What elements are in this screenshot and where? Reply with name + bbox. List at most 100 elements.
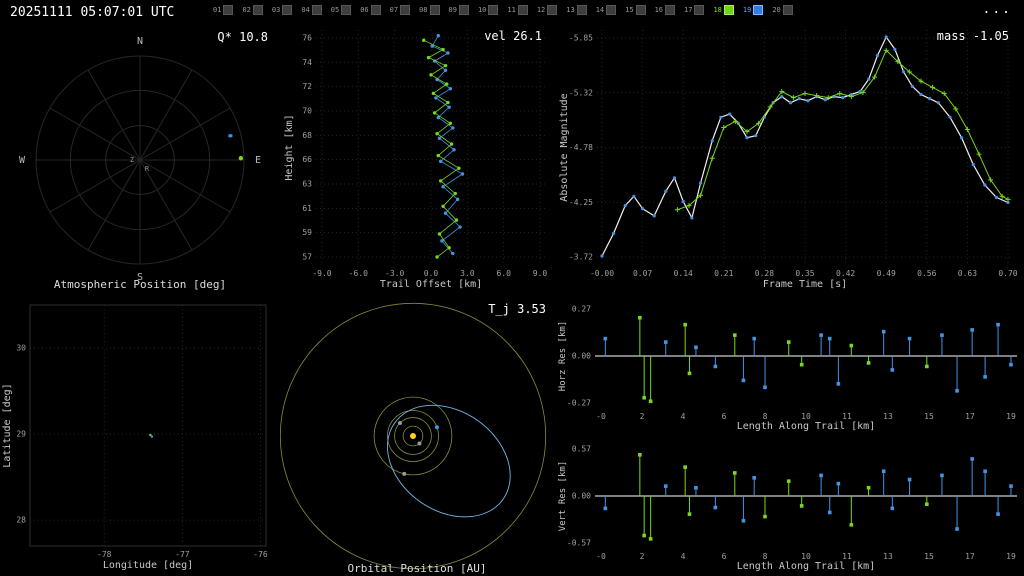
frame-number: 06: [360, 5, 369, 14]
y-tick-label: -4.25: [569, 198, 593, 207]
frame-thumbnail[interactable]: [694, 5, 705, 15]
x-tick-label: 11: [842, 412, 852, 421]
frame-thumb-05[interactable]: 05: [331, 5, 352, 15]
frame-thumb-09[interactable]: 09: [449, 5, 469, 15]
orbital-position-chart: T_j 3.53 Orbital Position [AU]: [279, 302, 547, 575]
frame-thumbnail[interactable]: [723, 5, 734, 15]
frame-thumbnail[interactable]: [576, 5, 587, 15]
frame-thumbnail[interactable]: [547, 5, 558, 15]
y-tick-label: 74: [302, 58, 312, 67]
geo-x-axis-label: Longitude [deg]: [103, 560, 193, 571]
radiant-label: R: [145, 165, 150, 173]
frame-thumbnail[interactable]: [282, 5, 293, 15]
x-tick-label: -78: [97, 550, 112, 559]
frame-thumb-15[interactable]: 15: [625, 5, 646, 15]
frame-thumbnail[interactable]: [429, 5, 440, 15]
frame-thumb-04[interactable]: 04: [301, 5, 322, 15]
x-tick-label: -0.00: [590, 269, 614, 278]
frame-number: 13: [566, 5, 575, 14]
y-tick-label: 66: [302, 155, 312, 164]
horz_residuals-y-axis-label: Horz Res [km]: [558, 321, 568, 391]
frame-thumb-03[interactable]: 03: [272, 5, 293, 15]
tisserand-annotation: T_j 3.53: [488, 302, 546, 316]
frame-number: 08: [419, 5, 428, 14]
east-label: E: [255, 155, 261, 166]
frame-thumbnail[interactable]: [458, 5, 469, 15]
frame-thumbnail[interactable]: [488, 5, 499, 15]
frame-thumb-12[interactable]: 12: [537, 5, 558, 15]
frame-thumbnail[interactable]: [252, 5, 263, 15]
light-curve-chart: -0.00 0.07 0.14 0.21 0.28 0.35 0.42 0.49 0.56 0.6…: [559, 29, 1018, 290]
frame-thumbnail[interactable]: [606, 5, 617, 15]
panel-ground-track: -78 -77 -76 30 29 28 Longitude [deg] Latitude […: [0, 296, 280, 576]
frame-thumb-11[interactable]: 11: [507, 5, 528, 15]
frame-thumbnail[interactable]: [517, 5, 528, 15]
frame-thumbnail[interactable]: [782, 5, 793, 15]
frame-thumbnail[interactable]: [341, 5, 352, 15]
frame-thumb-06[interactable]: 06: [360, 5, 381, 15]
y-tick-label: 30: [16, 344, 26, 353]
geo-y-axis-label: Latitude [deg]: [2, 383, 13, 467]
frame-thumbnail[interactable]: [665, 5, 675, 15]
y-tick-label: -5.85: [569, 34, 593, 43]
overflow-menu-button[interactable]: ...: [983, 2, 1012, 17]
x-tick-label: 2: [640, 552, 645, 561]
y-tick-label: 29: [16, 430, 26, 439]
x-tick-label: 17: [965, 552, 975, 561]
x-tick-label: 11: [842, 552, 852, 561]
x-tick-label: 13: [883, 412, 893, 421]
x-tick-label: 8: [763, 552, 768, 561]
frame-thumb-19[interactable]: 19: [743, 5, 764, 15]
frame-thumb-02[interactable]: 02: [242, 5, 263, 15]
utc-timestamp: 20251111 05:07:01 UTC: [10, 5, 175, 20]
x-tick-label: 0.42: [836, 269, 855, 278]
meteoroid-orbit: [387, 404, 511, 518]
frame-thumb-13[interactable]: 13: [566, 5, 587, 15]
ground-track-chart: -78 -77 -76 30 29 28 Longitude [deg] Latitude […: [2, 304, 268, 571]
x-tick-label: 6: [722, 552, 727, 561]
y-tick-label: 0.27: [572, 305, 591, 314]
x-tick-label: 0.49: [877, 269, 896, 278]
frame-thumb-20[interactable]: 20: [772, 5, 793, 15]
x-tick-label: 17: [965, 412, 975, 421]
zenith-label: Z: [130, 156, 134, 164]
frame-thumb-17[interactable]: 17: [684, 5, 705, 15]
x-tick-label: 0.21: [714, 269, 733, 278]
vertical-residuals-chart: -0 2 4 6 8 10 11 13 15 17 19 0.57 0.00 -0.57 Length Al…: [558, 445, 1017, 572]
frame-thumbnail[interactable]: [223, 5, 234, 15]
mass-annotation: mass -1.05: [937, 29, 1009, 43]
frame-thumbnail[interactable]: [370, 5, 381, 15]
frame-number: 15: [625, 5, 634, 14]
frame-thumb-18[interactable]: 18: [713, 5, 734, 15]
frame-number: 18: [713, 5, 722, 14]
frame-thumb-01[interactable]: 01: [213, 5, 234, 15]
x-tick-label: 2: [640, 412, 645, 421]
x-tick-label: 0.28: [755, 269, 774, 278]
frame-thumb-16[interactable]: 16: [655, 5, 675, 15]
q-star-annotation: Q* 10.8: [217, 30, 268, 44]
x-tick-label: -0: [596, 552, 606, 561]
panel-horizontal-residuals: -0 2 4 6 8 10 11 13 15 17 19 0.27 0.00 -0.27 Length Al…: [555, 296, 1024, 436]
frame-thumbnail[interactable]: [400, 5, 411, 15]
y-tick-label: 72: [302, 82, 312, 91]
frame-number: 01: [213, 5, 222, 14]
frame-thumbnail[interactable]: [311, 5, 322, 15]
frame-thumbnail[interactable]: [753, 5, 764, 15]
earth-marker: [434, 425, 439, 430]
mars-marker: [402, 471, 407, 476]
frame-thumb-14[interactable]: 14: [596, 5, 617, 15]
velocity-annotation: vel 26.1: [484, 29, 542, 43]
atmospheric-position-chart: NESW ZRQ* 10.8Atmospheric Position [deg]: [19, 30, 268, 291]
frame-strip[interactable]: 01 02 03 04 05 06 07 08 09 10 11 12 13 14 15 16 17 18 19 20: [213, 5, 793, 15]
frame-thumb-10[interactable]: 10: [478, 5, 499, 15]
panel-trail-offset: -9.0 -6.0 -3.0 0.0 3.0 6.0 9.0 76 74 72 70 68 66 63 61…: [280, 24, 555, 296]
north-label: N: [137, 36, 143, 47]
frame-thumb-08[interactable]: 08: [419, 5, 440, 15]
trail-y-axis-label: Height [km]: [284, 114, 295, 180]
frame-thumb-07[interactable]: 07: [390, 5, 411, 15]
y-tick-label: 0.00: [572, 492, 591, 501]
x-tick-label: 15: [924, 412, 934, 421]
horizontal-residuals-chart: -0 2 4 6 8 10 11 13 15 17 19 0.27 0.00 -0.27 Length Al…: [558, 305, 1017, 432]
y-tick-label: -0.27: [567, 399, 591, 408]
frame-thumbnail[interactable]: [635, 5, 646, 15]
